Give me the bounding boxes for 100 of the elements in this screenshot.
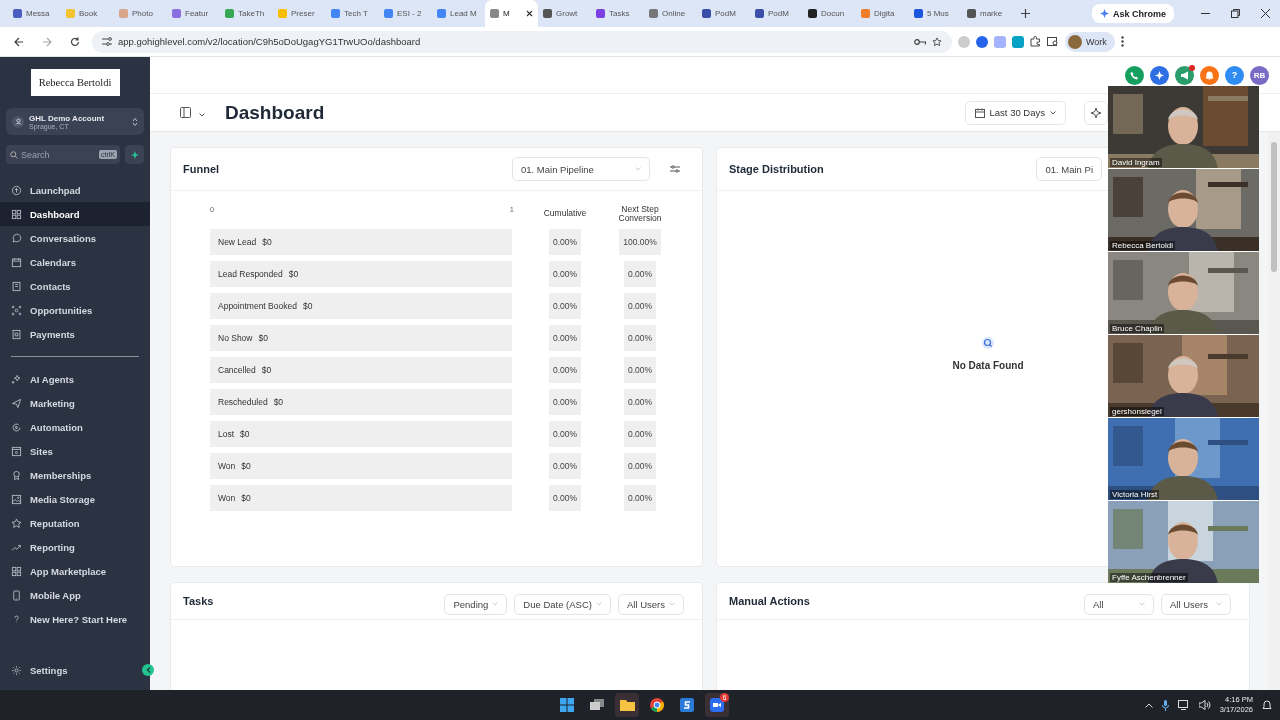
- menu-icon[interactable]: [1120, 36, 1124, 47]
- ask-chrome-button[interactable]: Ask Chrome: [1092, 4, 1174, 23]
- network-icon[interactable]: [1177, 700, 1190, 710]
- back-icon[interactable]: [14, 36, 24, 47]
- user-avatar[interactable]: RB: [1250, 65, 1269, 85]
- sidebar-item[interactable]: Reporting: [0, 535, 150, 559]
- ai-button[interactable]: [1084, 100, 1108, 125]
- profile-button[interactable]: Work: [1065, 31, 1115, 52]
- filter-select[interactable]: All Users: [618, 593, 684, 615]
- pipeline-select[interactable]: 01. Main Pi: [1036, 157, 1102, 181]
- sidebar-item[interactable]: App Marketplace: [0, 559, 150, 583]
- new-tab-icon[interactable]: [1020, 9, 1030, 18]
- filter-select[interactable]: All Users: [1161, 593, 1231, 615]
- sparkle-icon: [130, 150, 139, 159]
- ai-button[interactable]: [125, 145, 144, 164]
- cumulative-value: 0.00%: [548, 388, 582, 415]
- browser-tab[interactable]: Featur: [167, 0, 220, 27]
- sidebar-item[interactable]: AI Agents: [0, 367, 150, 391]
- browser-tab[interactable]: Lead M: [432, 0, 485, 27]
- nav-icon: [11, 469, 22, 481]
- stage-value: $0: [241, 492, 251, 503]
- date-range-button[interactable]: Last 30 Days: [964, 100, 1066, 125]
- sidebar-item[interactable]: Dashboard: [0, 202, 150, 226]
- microphone-icon[interactable]: [1161, 699, 1169, 711]
- filter-select[interactable]: Due Date (ASC): [514, 593, 611, 615]
- conversion-value: 0.00%: [623, 484, 657, 511]
- bell-icon[interactable]: [1200, 65, 1219, 85]
- pipeline-select[interactable]: 01. Main Pipeline: [512, 157, 650, 181]
- browser-tab[interactable]: Digita: [856, 0, 909, 27]
- chevron-up-icon[interactable]: [1144, 702, 1153, 708]
- filter-select[interactable]: Pending: [444, 593, 508, 615]
- layout-button[interactable]: [180, 105, 205, 120]
- sidebar-item[interactable]: Mobile App: [0, 583, 150, 607]
- nav-icon: [11, 589, 22, 601]
- folder-icon[interactable]: [615, 693, 639, 717]
- chevron-icon: [669, 602, 675, 606]
- browser-tab[interactable]: Growt: [538, 0, 591, 27]
- chevron-icon: [1050, 110, 1056, 115]
- minimize-icon[interactable]: [1200, 13, 1210, 14]
- sidebar-item[interactable]: Opportunities: [0, 298, 150, 322]
- sidebar-item[interactable]: Payments: [0, 322, 150, 346]
- sidebar-item[interactable]: Marketing: [0, 391, 150, 415]
- key-icon[interactable]: [914, 37, 926, 46]
- sidebar-item[interactable]: Automation: [0, 415, 150, 439]
- sidebar-item[interactable]: Memberships: [0, 463, 150, 487]
- browser-tab[interactable]: marke: [962, 0, 1015, 27]
- browser-tab[interactable]: Tech T: [326, 0, 379, 27]
- tab-search-icon[interactable]: [1047, 36, 1059, 47]
- account-name: GHL Demo Account: [29, 113, 106, 123]
- sidebar-item[interactable]: Calendars: [0, 250, 150, 274]
- sidebar-item[interactable]: Conversations: [0, 226, 150, 250]
- browser-tab[interactable]: Photo: [114, 0, 167, 27]
- close-icon[interactable]: [526, 10, 533, 17]
- extension-icon[interactable]: [1012, 35, 1024, 48]
- stage-label: Lead Responded: [218, 268, 283, 279]
- browser-tab[interactable]: TakeTh: [220, 0, 273, 27]
- chevron-left-icon: [145, 667, 151, 673]
- browser-tab[interactable]: Messa: [8, 0, 61, 27]
- restore-icon[interactable]: [1230, 9, 1240, 18]
- filter-icon[interactable]: [670, 165, 680, 173]
- stage-value: $0: [262, 236, 272, 247]
- browser-tab[interactable]: Book: [61, 0, 114, 27]
- site-settings-icon[interactable]: [102, 37, 112, 46]
- card-title: Stage Distribution: [729, 163, 824, 175]
- stage-label: No Show: [218, 332, 253, 343]
- megaphone-icon[interactable]: [1175, 65, 1194, 85]
- sidebar-item[interactable]: New Here? Start Here: [0, 607, 150, 631]
- sidebar-item[interactable]: Sites: [0, 439, 150, 463]
- filter-select[interactable]: All: [1084, 593, 1154, 615]
- sidebar-item[interactable]: Contacts: [0, 274, 150, 298]
- browser-tab[interactable]: 5 Mus: [909, 0, 962, 27]
- search-input[interactable]: Search: [21, 149, 96, 160]
- logo[interactable]: Rebecca Bertoldi: [30, 69, 120, 96]
- close-icon[interactable]: [1260, 9, 1270, 18]
- browser-tab[interactable]: PodM: [750, 0, 803, 27]
- browser-tab[interactable]: PodM: [697, 0, 750, 27]
- scrollbar[interactable]: [1268, 132, 1280, 690]
- browser-tab[interactable]: Online: [644, 0, 697, 27]
- collapse-button[interactable]: [142, 664, 154, 676]
- sidebar-item[interactable]: Launchpad: [0, 178, 150, 202]
- stage-value: $0: [302, 300, 313, 311]
- sidebar-item[interactable]: Media Storage: [0, 487, 150, 511]
- browser-tab[interactable]: Docun: [803, 0, 856, 27]
- browser-tab[interactable]: M: [485, 0, 538, 27]
- cumulative-value: 0.00%: [548, 292, 582, 319]
- sidebar-item[interactable]: Settings: [0, 658, 142, 682]
- puzzle-icon[interactable]: [1030, 36, 1041, 47]
- star-icon[interactable]: [932, 36, 942, 47]
- extension-icon[interactable]: [976, 35, 988, 48]
- nav-icon: [11, 280, 22, 292]
- phone-icon[interactable]: [1125, 65, 1144, 85]
- notification-icon[interactable]: [1262, 699, 1272, 711]
- browser-tab[interactable]: ESI - 2: [379, 0, 432, 27]
- browser-tab[interactable]: Preser: [273, 0, 326, 27]
- reload-icon[interactable]: [70, 36, 80, 47]
- browser-tab[interactable]: Tasks: [591, 0, 644, 27]
- volume-icon[interactable]: [1198, 700, 1211, 710]
- sparkle-icon[interactable]: [1150, 65, 1169, 85]
- sidebar-item[interactable]: Reputation: [0, 511, 150, 535]
- address-bar[interactable]: app.gohighlevel.com/v2/location/C9h5oDoUgagYG1TrwUOo/dashboard: [92, 30, 952, 53]
